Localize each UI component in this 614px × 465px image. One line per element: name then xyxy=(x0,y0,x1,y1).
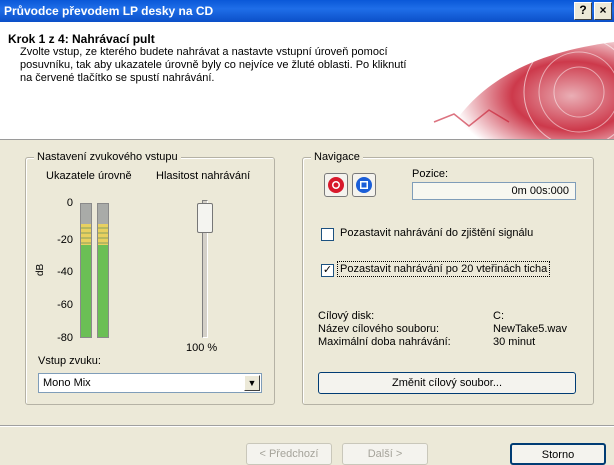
scale-tick: -80 xyxy=(57,332,73,344)
scale-tick: -40 xyxy=(57,266,73,278)
target-disk-value: C: xyxy=(493,310,504,322)
step-title: Krok 1 z 4: Nahrávací pult xyxy=(8,32,155,46)
header-artwork xyxy=(414,22,614,139)
wizard-header: Krok 1 z 4: Nahrávací pult Zvolte vstup,… xyxy=(0,22,614,140)
target-file-label: Název cílového souboru: xyxy=(318,323,440,335)
input-settings-label: Nastavení zvukového vstupu xyxy=(34,151,181,163)
back-button[interactable]: < Předchozí xyxy=(246,443,332,465)
close-button[interactable]: × xyxy=(594,2,612,20)
cancel-button[interactable]: Storno xyxy=(510,443,606,465)
chevron-down-icon[interactable]: ▼ xyxy=(244,375,260,391)
navigation-label: Navigace xyxy=(311,151,363,163)
window-title: Průvodce převodem LP desky na CD xyxy=(4,4,214,18)
volume-value: 100 % xyxy=(186,342,218,354)
position-display: 0m 00s:000 xyxy=(412,182,576,200)
footer-divider xyxy=(0,425,614,427)
scale-tick: -60 xyxy=(57,299,73,311)
record-button[interactable] xyxy=(324,173,348,197)
help-button[interactable]: ? xyxy=(574,2,592,20)
input-source-value: Mono Mix xyxy=(43,377,91,389)
stop-button[interactable] xyxy=(352,173,376,197)
record-icon xyxy=(328,177,344,193)
target-disk-label: Cílový disk: xyxy=(318,310,375,322)
level-meter-left xyxy=(80,203,92,338)
input-source-label: Vstup zvuku: xyxy=(38,355,101,367)
scale-tick: -20 xyxy=(57,234,73,246)
position-label: Pozice: xyxy=(412,168,449,180)
level-meter-right xyxy=(97,203,109,338)
pause-after-silence-checkbox[interactable]: ✓ xyxy=(321,264,334,277)
input-settings-group: Nastavení zvukového vstupu xyxy=(25,151,275,405)
pause-until-signal-checkbox[interactable] xyxy=(321,228,334,241)
target-file-value: NewTake5.wav xyxy=(493,323,567,335)
max-time-value: 30 minut xyxy=(493,336,536,348)
pause-until-signal-label[interactable]: Pozastavit nahrávání do zjištění signálu xyxy=(340,227,533,239)
volume-label: Hlasitost nahrávání xyxy=(156,170,251,182)
db-unit-label: dB xyxy=(35,263,46,276)
next-button[interactable]: Další > xyxy=(342,443,428,465)
title-bar: Průvodce převodem LP desky na CD ? × xyxy=(0,0,614,22)
stop-icon xyxy=(356,177,372,193)
change-target-file-button[interactable]: Změnit cílový soubor... xyxy=(318,372,576,394)
max-time-label: Maximální doba nahrávání: xyxy=(318,336,451,348)
pause-after-silence-label[interactable]: Pozastavit nahrávání po 20 vteřinách tic… xyxy=(337,261,551,277)
step-description: Zvolte vstup, ze kterého budete nahrávat… xyxy=(20,46,407,84)
input-source-select[interactable]: Mono Mix ▼ xyxy=(38,373,262,393)
meters-label: Ukazatele úrovně xyxy=(46,170,132,182)
scale-tick: 0 xyxy=(66,197,73,209)
volume-slider-thumb[interactable] xyxy=(197,203,213,233)
